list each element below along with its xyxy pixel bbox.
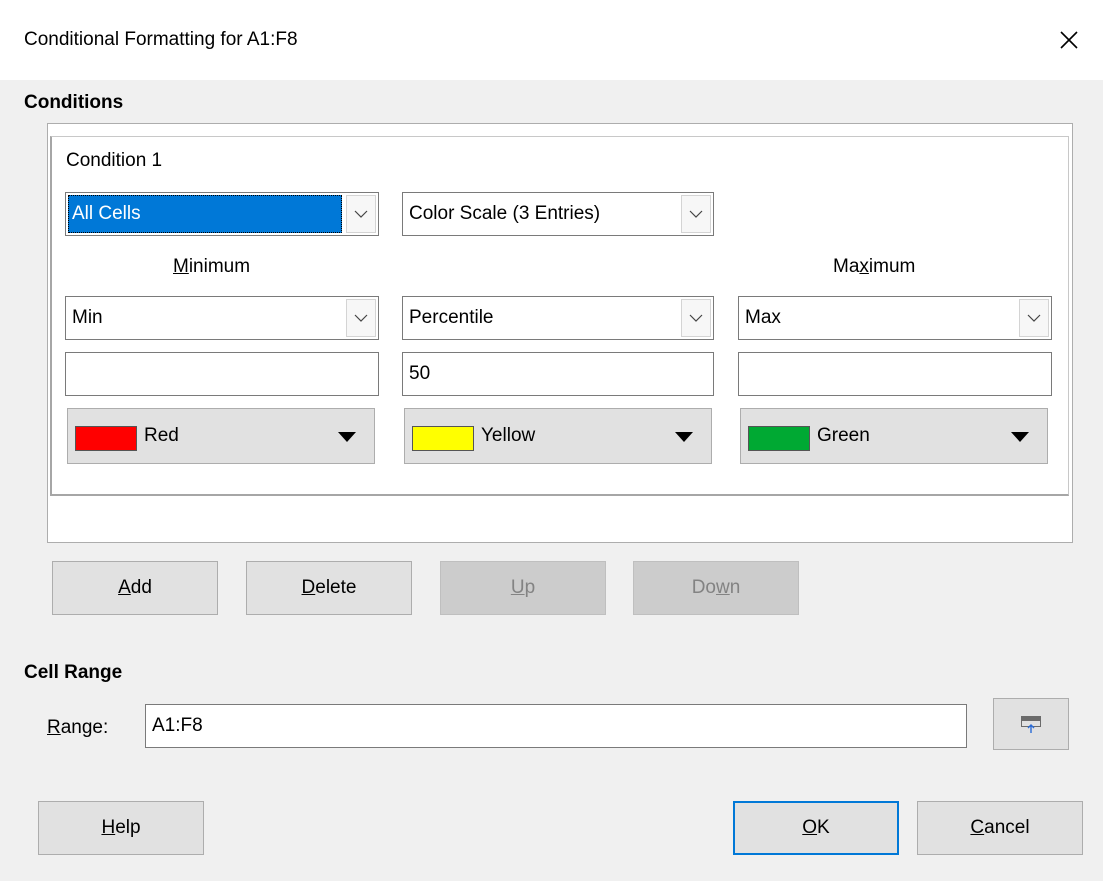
color-swatch	[748, 426, 810, 451]
dialog-title: Conditional Formatting for A1:F8	[24, 29, 298, 50]
help-button[interactable]: Help	[38, 801, 204, 855]
mid-type-value: Percentile	[409, 307, 494, 328]
min-type-select[interactable]: Min	[65, 296, 379, 340]
color-swatch	[412, 426, 474, 451]
max-type-value: Max	[745, 307, 781, 328]
min-type-dropdown-button[interactable]	[346, 299, 376, 337]
max-color-picker[interactable]: Green	[740, 408, 1048, 464]
mid-color-picker[interactable]: Yellow	[404, 408, 712, 464]
chevron-down-icon	[689, 210, 703, 218]
chevron-down-icon	[689, 314, 703, 322]
dropdown-arrow-icon	[338, 432, 356, 442]
min-color-name: Red	[144, 425, 179, 446]
chevron-down-icon	[354, 210, 368, 218]
dropdown-arrow-icon	[1011, 432, 1029, 442]
range-input[interactable]: A1:F8	[145, 704, 967, 748]
max-color-name: Green	[817, 425, 870, 446]
applies-to-dropdown-button[interactable]	[346, 195, 376, 233]
maximum-caption: Maximum	[833, 256, 916, 277]
condition-label: Condition 1	[66, 150, 163, 171]
shrink-range-button[interactable]	[993, 698, 1069, 750]
shrink-icon	[1021, 716, 1041, 733]
min-color-picker[interactable]: Red	[67, 408, 375, 464]
cell-range-heading: Cell Range	[24, 662, 123, 683]
format-type-dropdown-button[interactable]	[681, 195, 711, 233]
format-type-select[interactable]: Color Scale (3 Entries)	[402, 192, 714, 236]
min-type-value: Min	[72, 307, 103, 328]
mid-value-input[interactable]: 50	[402, 352, 714, 396]
applies-to-select[interactable]: All Cells	[65, 192, 379, 236]
delete-button[interactable]: Delete	[246, 561, 412, 615]
add-button[interactable]: Add	[52, 561, 218, 615]
dialog-titlebar: Conditional Formatting for A1:F8	[0, 0, 1103, 80]
mid-type-dropdown-button[interactable]	[681, 299, 711, 337]
cancel-button[interactable]: Cancel	[917, 801, 1083, 855]
applies-to-value: All Cells	[68, 195, 342, 233]
ok-button[interactable]: OK	[733, 801, 899, 855]
up-button[interactable]: Up	[440, 561, 606, 615]
close-icon	[1060, 31, 1078, 49]
format-type-value: Color Scale (3 Entries)	[409, 203, 601, 224]
max-value-input[interactable]	[738, 352, 1052, 396]
chevron-down-icon	[354, 314, 368, 322]
max-type-select[interactable]: Max	[738, 296, 1052, 340]
dropdown-arrow-icon	[675, 432, 693, 442]
chevron-down-icon	[1027, 314, 1041, 322]
max-type-dropdown-button[interactable]	[1019, 299, 1049, 337]
min-value-input[interactable]	[65, 352, 379, 396]
close-button[interactable]	[1047, 22, 1091, 58]
down-button[interactable]: Do w n	[633, 561, 799, 615]
minimum-caption: Minimum	[173, 256, 251, 277]
conditions-heading: Conditions	[24, 92, 124, 113]
color-swatch	[75, 426, 137, 451]
mid-color-name: Yellow	[481, 425, 536, 446]
range-label: Range:	[47, 717, 109, 738]
mid-type-select[interactable]: Percentile	[402, 296, 714, 340]
